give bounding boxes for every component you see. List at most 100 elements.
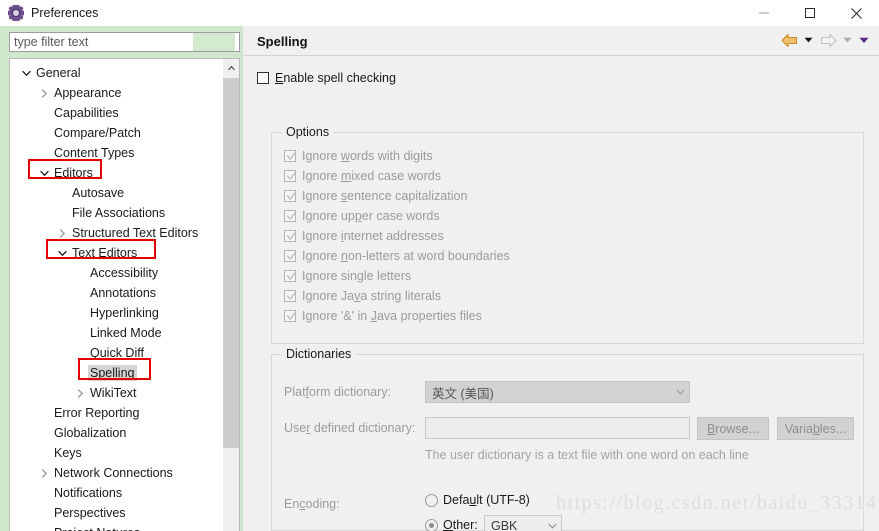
sidebar-item-label: Spelling	[88, 365, 138, 381]
option-label: Ignore single letters	[302, 269, 412, 283]
sidebar-item-structured-text-editors[interactable]: Structured Text Editors	[10, 223, 223, 243]
filter-input[interactable]	[10, 33, 193, 51]
option-row[interactable]: Ignore non-letters at word boundaries	[284, 246, 510, 266]
back-arrow-icon[interactable]	[779, 30, 799, 50]
sidebar-item-label: Linked Mode	[90, 326, 162, 340]
scrollbar-thumb[interactable]	[223, 78, 239, 448]
browse-button[interactable]: Browse...	[697, 417, 769, 440]
option-checkbox[interactable]	[284, 150, 297, 162]
option-row[interactable]: Ignore words with digits	[284, 146, 510, 166]
encoding-other-radio[interactable]	[425, 518, 438, 531]
sidebar-item-project-natures[interactable]: Project Natures	[10, 523, 223, 531]
forward-menu-chevron-down-icon[interactable]	[841, 30, 854, 50]
sidebar-item-notifications[interactable]: Notifications	[10, 483, 223, 503]
sidebar-item-wikitext[interactable]: WikiText	[10, 383, 223, 403]
enable-spell-checking-checkbox[interactable]	[257, 72, 269, 84]
option-row[interactable]: Ignore upper case words	[284, 206, 510, 226]
enable-spell-checking-label: Enable spell checking	[275, 71, 396, 85]
maximize-button[interactable]	[787, 0, 833, 26]
variables-button[interactable]: Variables...	[777, 417, 854, 440]
option-checkbox[interactable]	[284, 210, 297, 222]
sidebar-item-error-reporting[interactable]: Error Reporting	[10, 403, 223, 423]
chevron-right-icon[interactable]	[72, 383, 88, 403]
option-label: Ignore non-letters at word boundaries	[302, 249, 510, 263]
sidebar-item-capabilities[interactable]: Capabilities	[10, 103, 223, 123]
sidebar-item-accessibility[interactable]: Accessibility	[10, 263, 223, 283]
encoding-other-combo[interactable]: GBK	[484, 515, 562, 531]
back-menu-chevron-down-icon[interactable]	[802, 30, 815, 50]
minimize-button[interactable]	[741, 0, 787, 26]
view-menu-chevron-down-icon[interactable]	[857, 30, 870, 50]
sidebar-item-editors[interactable]: Editors	[10, 163, 223, 183]
encoding-default-radio[interactable]	[425, 493, 438, 507]
sidebar-item-general[interactable]: General	[10, 63, 223, 83]
chevron-right-icon[interactable]	[54, 223, 70, 243]
sidebar-item-autosave[interactable]: Autosave	[10, 183, 223, 203]
sidebar-item-label: Capabilities	[54, 106, 119, 120]
page-header: Spelling	[243, 26, 879, 56]
chevron-down-icon[interactable]	[54, 243, 70, 263]
chevron-right-icon[interactable]	[36, 463, 52, 483]
option-row[interactable]: Ignore internet addresses	[284, 226, 510, 246]
page-body: Enable spell checking Options Ignore wor…	[243, 57, 879, 531]
sidebar-item-annotations[interactable]: Annotations	[10, 283, 223, 303]
option-row[interactable]: Ignore sentence capitalization	[284, 186, 510, 206]
close-button[interactable]	[833, 0, 879, 26]
option-checkbox[interactable]	[284, 270, 297, 282]
encoding-default-row[interactable]: Default (UTF-8)	[425, 493, 530, 507]
option-checkbox[interactable]	[284, 290, 297, 302]
tree-item-list: General Appearance Capabilities Compare/Pat…	[10, 59, 223, 531]
sidebar-item-network-connections[interactable]: Network Connections	[10, 463, 223, 483]
sidebar-item-label: General	[36, 66, 81, 80]
sidebar-item-compare-patch[interactable]: Compare/Patch	[10, 123, 223, 143]
sidebar-item-linked-mode[interactable]: Linked Mode	[10, 323, 223, 343]
sidebar-panel: General Appearance Capabilities Compare/Pat…	[0, 26, 243, 531]
options-checkbox-list: Ignore words with digits Ignore mixed cas…	[284, 146, 510, 326]
user-dictionary-input[interactable]	[425, 417, 690, 439]
sidebar-item-keys[interactable]: Keys	[10, 443, 223, 463]
sidebar-item-label: Autosave	[72, 186, 125, 200]
preferences-tree[interactable]: General Appearance Capabilities Compare/Pat…	[9, 58, 240, 531]
option-checkbox[interactable]	[284, 170, 297, 182]
sidebar-item-label: Compare/Patch	[54, 126, 141, 140]
sidebar-item-quick-diff[interactable]: Quick Diff	[10, 343, 223, 363]
scroll-up-icon[interactable]	[223, 59, 239, 76]
sidebar-item-appearance[interactable]: Appearance	[10, 83, 223, 103]
sidebar-item-perspectives[interactable]: Perspectives	[10, 503, 223, 523]
option-row[interactable]: Ignore mixed case words	[284, 166, 510, 186]
sidebar-item-text-editors[interactable]: Text Editors	[10, 243, 223, 263]
option-checkbox[interactable]	[284, 230, 297, 242]
option-checkbox[interactable]	[284, 250, 297, 262]
chevron-down-icon[interactable]	[36, 163, 52, 183]
option-row[interactable]: Ignore single letters	[284, 266, 510, 286]
sidebar-item-globalization[interactable]: Globalization	[10, 423, 223, 443]
filter-clear-icon[interactable]	[193, 33, 235, 51]
option-checkbox[interactable]	[284, 310, 297, 322]
option-row[interactable]: Ignore Java string literals	[284, 286, 510, 306]
sidebar-item-hyperlinking[interactable]: Hyperlinking	[10, 303, 223, 323]
option-label: Ignore mixed case words	[302, 169, 441, 183]
option-row[interactable]: Ignore '&' in Java properties files	[284, 306, 510, 326]
forward-arrow-icon[interactable]	[818, 30, 838, 50]
enable-spell-checking-row[interactable]: Enable spell checking	[257, 68, 396, 88]
platform-dictionary-combo[interactable]: 英文 (美国)	[425, 381, 690, 403]
tree-scrollbar[interactable]	[223, 59, 239, 531]
sidebar-item-label: Annotations	[90, 286, 157, 300]
sidebar-item-file-associations[interactable]: File Associations	[10, 203, 223, 223]
chevron-down-icon[interactable]	[18, 63, 34, 83]
encoding-other-row[interactable]: Other:	[425, 518, 478, 531]
sidebar-item-spelling[interactable]: Spelling	[10, 363, 223, 383]
detail-panel: Spelling Enable spell checking Options I…	[243, 26, 879, 531]
filter-box[interactable]	[9, 32, 240, 52]
sidebar-item-content-types[interactable]: Content Types	[10, 143, 223, 163]
option-checkbox[interactable]	[284, 190, 297, 202]
option-label: Ignore '&' in Java properties files	[302, 309, 482, 323]
chevron-right-icon[interactable]	[36, 83, 52, 103]
